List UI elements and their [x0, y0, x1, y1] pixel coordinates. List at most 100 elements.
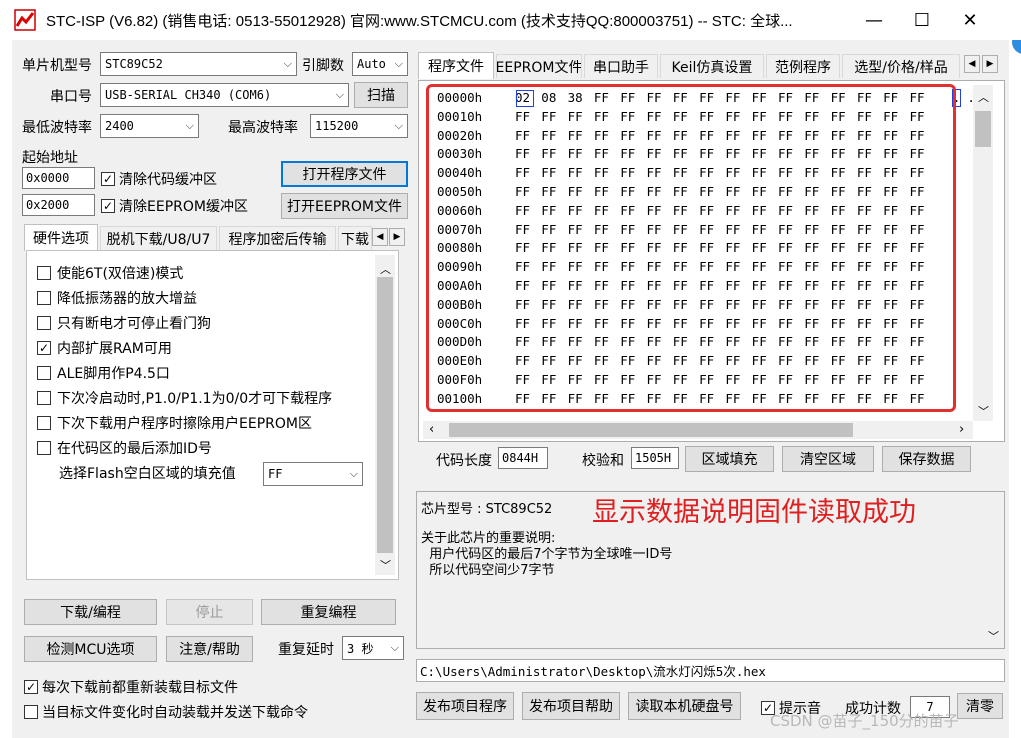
scroll-up-icon[interactable]: ︿ [380, 261, 391, 277]
tab-scroll-right-icon[interactable]: ▶ [389, 228, 405, 246]
tab-download-more[interactable]: 下载 [338, 226, 372, 250]
tab-examples[interactable]: 范例程序 [766, 54, 840, 78]
tab-selection-price[interactable]: 选型/价格/样品 [842, 54, 960, 78]
max-baud-select[interactable]: 115200 ⌵ [310, 114, 408, 138]
hex-vertical-scrollbar[interactable]: ︿ ﹀ [973, 85, 993, 421]
hardware-option[interactable]: 下次冷启动时,P1.0/P1.1为0/0才可下载程序 [37, 387, 332, 409]
read-disk-id-button[interactable]: 读取本机硬盘号 [628, 692, 741, 720]
open-eeprom-file-button[interactable]: 打开EEPROM文件 [281, 193, 408, 219]
chevron-down-icon: ⌵ [283, 57, 292, 70]
help-button[interactable]: 注意/帮助 [166, 636, 253, 662]
repeat-delay-value: 3 秒 [347, 641, 374, 656]
info-scrollbar[interactable]: ﹀ [983, 494, 1003, 646]
tab-keil-settings[interactable]: Keil仿真设置 [660, 54, 764, 78]
fill-value-select[interactable]: FF ⌵ [263, 462, 363, 486]
code-length-value: 0844H [498, 447, 548, 469]
highlight-box [426, 84, 956, 412]
detect-mcu-button[interactable]: 检测MCU选项 [24, 636, 157, 662]
repeat-delay-select[interactable]: 3 秒 ⌵ [342, 636, 404, 660]
hardware-option-checkbox[interactable] [37, 416, 51, 430]
hardware-option-checkbox[interactable] [37, 441, 51, 455]
reload-checkbox[interactable]: ✓ [24, 680, 38, 694]
com-port-label: 串口号 [50, 89, 92, 105]
reload-before-download-option[interactable]: ✓ 每次下载前都重新装载目标文件 [24, 677, 238, 697]
min-baud-select[interactable]: 2400 ⌵ [100, 114, 199, 138]
tab-serial-assistant[interactable]: 串口助手 [584, 54, 658, 78]
hardware-option[interactable]: 降低振荡器的放大增益 [37, 287, 197, 309]
clear-eeprom-buffer-option[interactable]: ✓ 清除EEPROM缓冲区 [101, 196, 248, 216]
hardware-option-checkbox[interactable] [37, 291, 51, 305]
hardware-option-checkbox[interactable] [37, 316, 51, 330]
scroll-right-icon[interactable]: › [959, 422, 964, 437]
scroll-up-icon[interactable]: ︿ [978, 89, 989, 105]
hardware-options-scrollbar[interactable]: ︿ ﹀ [375, 255, 395, 575]
com-port-select[interactable]: USB-SERIAL CH340 (COM6) ⌵ [100, 83, 349, 107]
hardware-option[interactable]: 只有断电才可停止看门狗 [37, 312, 211, 334]
file-path-field[interactable]: C:\Users\Administrator\Desktop\流水灯闪烁5次.h… [416, 659, 1005, 682]
title-bar[interactable]: STC-ISP (V6.82) (销售电话: 0513-55012928) 官网… [0, 0, 1021, 40]
save-data-button[interactable]: 保存数据 [882, 446, 971, 472]
hardware-option-checkbox[interactable] [37, 266, 51, 280]
mcu-type-select[interactable]: STC89C52 ⌵ [100, 52, 297, 76]
code-start-address-input[interactable]: 0x0000 [22, 167, 95, 189]
publish-help-button[interactable]: 发布项目帮助 [522, 692, 620, 720]
pin-count-label: 引脚数 [302, 58, 344, 74]
max-baud-label: 最高波特率 [228, 120, 298, 136]
tab-program-file[interactable]: 程序文件 [418, 52, 494, 79]
hardware-option-checkbox[interactable]: ✓ [37, 341, 51, 355]
hardware-option-checkbox[interactable] [37, 366, 51, 380]
chevron-down-icon: ⌵ [185, 119, 194, 132]
minimize-button[interactable]: — [852, 0, 896, 40]
repeat-program-button[interactable]: 重复编程 [261, 599, 396, 625]
pin-count-value: Auto [357, 57, 386, 71]
hardware-option[interactable]: 在代码区的最后添加ID号 [37, 437, 212, 459]
start-address-label: 起始地址 [22, 150, 78, 166]
background-window-right [1009, 40, 1021, 738]
tab-scroll-right-icon[interactable]: ▶ [982, 55, 998, 73]
tab-scroll-left-icon[interactable]: ◀ [372, 228, 388, 246]
tab-scroll-left-icon[interactable]: ◀ [964, 55, 980, 73]
tab-encrypted-transfer[interactable]: 程序加密后传输 [219, 226, 336, 250]
hardware-option-checkbox[interactable] [37, 391, 51, 405]
hex-horizontal-scrollbar[interactable]: ‹ › [423, 421, 973, 439]
hardware-option[interactable]: 使能6T(双倍速)模式 [37, 262, 183, 284]
hex-scrollbar-thumb[interactable] [975, 111, 991, 147]
clear-area-button[interactable]: 清空区域 [782, 446, 874, 472]
mcu-type-label: 单片机型号 [22, 58, 92, 74]
publish-program-button[interactable]: 发布项目程序 [416, 692, 514, 720]
clear-eeprom-checkbox[interactable]: ✓ [101, 199, 115, 213]
hardware-option-label: 下次冷启动时,P1.0/P1.1为0/0才可下载程序 [57, 391, 333, 407]
auto-load-checkbox[interactable] [24, 705, 38, 719]
maximize-button[interactable]: ☐ [900, 0, 944, 40]
hardware-option-label: 在代码区的最后添加ID号 [57, 441, 212, 457]
pin-count-select[interactable]: Auto ⌵ [352, 52, 408, 76]
scroll-left-icon[interactable]: ‹ [429, 422, 434, 437]
tab-eeprom-file[interactable]: EEPROM文件 [496, 54, 582, 78]
scroll-down-icon[interactable]: ﹀ [988, 628, 999, 644]
clear-code-buffer-option[interactable]: ✓ 清除代码缓冲区 [101, 169, 217, 189]
auto-load-option[interactable]: 当目标文件变化时自动装载并发送下载命令 [24, 702, 308, 722]
clear-code-checkbox[interactable]: ✓ [101, 172, 115, 186]
chevron-down-icon: ⌵ [394, 57, 403, 70]
hardware-option[interactable]: 下次下载用户程序时擦除用户EEPROM区 [37, 412, 312, 434]
tab-hardware-options[interactable]: 硬件选项 [24, 224, 98, 251]
download-program-button[interactable]: 下载/编程 [24, 599, 157, 625]
reset-count-button[interactable]: 清零 [957, 693, 1003, 719]
scrollbar-thumb[interactable] [377, 277, 393, 553]
eeprom-start-address-input[interactable]: 0x2000 [22, 194, 95, 216]
hex-hscroll-thumb[interactable] [449, 423, 853, 437]
fill-value-value: FF [268, 467, 283, 481]
hardware-option[interactable]: ALE脚用作P4.5口 [37, 362, 170, 384]
fill-value-label: 选择Flash空白区域的填充值 [59, 466, 236, 482]
open-program-file-button[interactable]: 打开程序文件 [281, 161, 408, 187]
scroll-down-icon[interactable]: ﹀ [978, 403, 989, 419]
left-tab-bar: 硬件选项 脱机下载/U8/U7 程序加密后传输 下载 ◀ ▶ [24, 224, 410, 251]
stop-button[interactable]: 停止 [166, 599, 253, 625]
close-button[interactable]: ✕ [948, 0, 992, 40]
tab-offline-download[interactable]: 脱机下载/U8/U7 [100, 226, 217, 250]
scroll-down-icon[interactable]: ﹀ [380, 557, 391, 573]
checksum-label: 校验和 [582, 453, 624, 469]
area-fill-button[interactable]: 区域填充 [685, 446, 774, 472]
scan-button[interactable]: 扫描 [354, 82, 408, 108]
hardware-option[interactable]: ✓ 内部扩展RAM可用 [37, 337, 172, 359]
